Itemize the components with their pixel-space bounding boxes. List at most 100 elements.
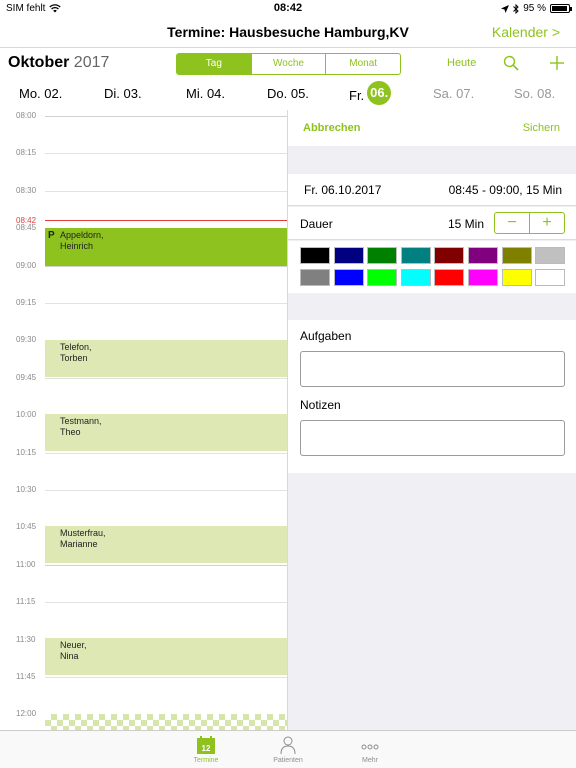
day-wednesday[interactable]: Mi. 04. <box>186 86 225 101</box>
appointment-appeldorn[interactable]: P Appeldorn, Heinrich <box>45 228 287 266</box>
color-swatch[interactable] <box>400 247 431 264</box>
tab-patienten[interactable]: Patienten <box>258 735 318 764</box>
color-swatch[interactable] <box>501 269 532 286</box>
time-label: 09:45 <box>16 373 37 382</box>
today-date-badge: 06. <box>367 81 392 105</box>
color-swatch[interactable] <box>434 269 465 286</box>
day-tuesday[interactable]: Di. 03. <box>104 86 142 101</box>
color-swatch[interactable] <box>333 269 364 286</box>
appointment-musterfrau[interactable]: Musterfrau, Marianne <box>45 526 287 563</box>
calendar-icon-badge: 12 <box>202 744 211 753</box>
day-saturday[interactable]: Sa. 07. <box>433 86 474 101</box>
day-monday[interactable]: Mo. 02. <box>19 86 62 101</box>
color-swatch[interactable] <box>367 269 398 286</box>
battery-percent: 95 % <box>523 3 546 14</box>
day-friday-selected[interactable]: Fr. 06. <box>349 81 392 105</box>
notizen-input[interactable] <box>300 420 565 456</box>
add-icon[interactable] <box>548 54 566 72</box>
time-label: 08:15 <box>16 148 37 157</box>
time-grid-line <box>45 303 287 304</box>
increase-duration-button[interactable]: + <box>529 213 564 233</box>
cancel-button[interactable]: Abbrechen <box>303 122 360 134</box>
color-swatch[interactable] <box>535 247 566 264</box>
kalender-button[interactable]: Kalender > <box>492 24 560 40</box>
time-grid-line <box>45 266 287 267</box>
duration-row: Dauer 15 Min − + <box>288 207 576 240</box>
color-swatch[interactable] <box>400 269 431 286</box>
time-label: 11:00 <box>16 560 36 569</box>
appointment-testmann[interactable]: Testmann, Theo <box>45 414 287 451</box>
year-label: 2017 <box>73 54 110 71</box>
time-label: 11:15 <box>16 597 36 606</box>
decrease-duration-button[interactable]: − <box>495 213 529 233</box>
today-button[interactable]: Heute <box>447 57 476 69</box>
time-grid-line <box>45 378 287 379</box>
date-time-row[interactable]: Fr. 06.10.2017 08:45 - 09:00, 15 Min <box>288 174 576 206</box>
current-time-label: 08:42 <box>16 216 37 225</box>
calendar-toolbar: Oktober 2017 Tag Woche Monat Heute <box>0 48 576 78</box>
color-swatch[interactable] <box>300 247 330 264</box>
day-calendar-grid[interactable]: 12:00 11:45 11:30 11:15 11:00 10:45 10:30 10:15… <box>0 110 288 730</box>
time-label: 10:00 <box>16 410 37 419</box>
color-swatch[interactable] <box>333 247 364 264</box>
tab-termine-label: Termine <box>193 757 219 764</box>
duration-stepper: − + <box>494 212 565 234</box>
appointment-name-line1: Appeldorn, <box>60 230 104 240</box>
segment-tag[interactable]: Tag <box>177 54 251 74</box>
page-title: Termine: Hausbesuche Hamburg,KV <box>167 24 409 40</box>
time-label: 11:45 <box>16 672 36 681</box>
person-icon <box>280 736 296 755</box>
day-friday-prefix: Fr. <box>349 88 365 103</box>
search-icon[interactable] <box>503 55 519 71</box>
appointment-name-line1: Musterfrau, <box>60 528 106 538</box>
time-grid-line <box>45 565 287 566</box>
status-bar: SIM fehlt 08:42 95 % <box>0 0 576 16</box>
color-swatch[interactable] <box>468 269 498 286</box>
time-grid-line <box>45 191 287 192</box>
time-label: 11:30 <box>16 635 36 644</box>
save-button[interactable]: Sichern <box>523 122 560 134</box>
tab-termine[interactable]: 12 Termine <box>176 735 236 764</box>
appointment-detail-panel: Abbrechen Sichern Fr. 06.10.2017 08:45 -… <box>288 110 576 730</box>
color-swatch[interactable] <box>367 247 398 264</box>
panel-header: Abbrechen Sichern <box>288 110 576 146</box>
color-swatch[interactable] <box>300 269 330 286</box>
appointment-badge: P <box>48 230 55 241</box>
appointment-date: Fr. 06.10.2017 <box>304 183 382 197</box>
time-label: 12:00 <box>16 709 37 718</box>
battery-icon <box>550 4 572 13</box>
location-arrow-icon <box>501 4 510 13</box>
appointment-name-line2: Marianne <box>60 539 98 549</box>
appointment-name-line2: Theo <box>60 427 81 437</box>
color-swatch[interactable] <box>535 269 566 286</box>
appointment-name-line1: Testmann, <box>60 416 102 426</box>
day-thursday[interactable]: Do. 05. <box>267 86 309 101</box>
time-label: 09:15 <box>16 298 37 307</box>
color-swatch[interactable] <box>468 247 498 264</box>
aufgaben-input[interactable] <box>300 351 565 387</box>
blocked-time-slot <box>45 714 287 730</box>
color-swatch[interactable] <box>434 247 465 264</box>
appointment-time-range: 08:45 - 09:00, 15 Min <box>448 183 562 197</box>
appointment-name-line1: Neuer, <box>60 640 87 650</box>
tab-mehr-label: Mehr <box>362 757 378 764</box>
time-label: 10:45 <box>16 522 37 531</box>
appointment-telefon[interactable]: Telefon, Torben <box>45 340 287 377</box>
tab-mehr[interactable]: Mehr <box>340 735 400 764</box>
color-swatch[interactable] <box>501 247 532 264</box>
time-label: 10:15 <box>16 448 37 457</box>
day-sunday[interactable]: So. 08. <box>514 86 555 101</box>
tab-patienten-label: Patienten <box>273 757 303 764</box>
tab-bar: 12 Termine Patienten Mehr <box>0 730 576 768</box>
calendar-icon: 12 <box>197 736 215 754</box>
month-label: Oktober <box>8 54 70 71</box>
time-label: 08:30 <box>16 186 37 195</box>
week-days-row: Mo. 02. Di. 03. Mi. 04. Do. 05. Fr. 06. … <box>0 78 576 108</box>
time-grid-line <box>45 490 287 491</box>
time-label: 09:00 <box>16 261 37 270</box>
status-time: 08:42 <box>273 2 303 14</box>
segment-monat[interactable]: Monat <box>325 54 400 74</box>
appointment-neuer[interactable]: Neuer, Nina <box>45 638 287 675</box>
segment-woche[interactable]: Woche <box>250 54 326 74</box>
notizen-label: Notizen <box>300 398 341 412</box>
